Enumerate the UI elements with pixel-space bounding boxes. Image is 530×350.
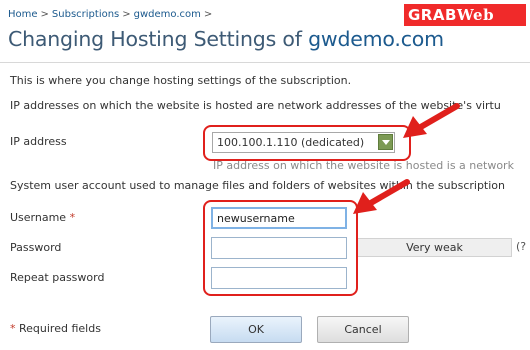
required-asterisk: * [10,322,16,335]
page-title: Changing Hosting Settings of gwdemo.com [8,27,444,51]
password-label: Password [10,241,62,254]
password-strength-indicator: Very weak [357,238,512,257]
breadcrumb-separator: > [40,9,49,20]
required-fields-note: * Required fields [10,322,101,335]
repeat-password-label: Repeat password [10,271,105,284]
annotation-highlight-ip [203,125,411,161]
help-icon[interactable]: (? [516,240,526,253]
annotation-arrow-icon [403,103,460,138]
intro-text: This is where you change hosting setting… [10,74,352,87]
username-label: Username * [10,211,76,224]
breadcrumb-home[interactable]: Home [8,9,38,20]
grabweb-logo: GRABWeb [404,4,526,26]
ok-button[interactable]: OK [210,316,302,343]
account-section-description: System user account used to manage files… [10,179,506,192]
divider [0,62,530,63]
required-asterisk: * [69,211,76,224]
annotation-arrow-icon [353,179,410,214]
annotation-highlight-credentials [203,200,358,296]
cancel-button[interactable]: Cancel [317,316,409,343]
page-title-domain: gwdemo.com [308,27,444,51]
breadcrumb: Home > Subscriptions > gwdemo.com > [8,9,215,20]
breadcrumb-domain[interactable]: gwdemo.com [134,9,201,20]
breadcrumb-subscriptions[interactable]: Subscriptions [52,9,119,20]
ip-address-label: IP address [10,135,67,148]
breadcrumb-separator: > [122,9,131,20]
breadcrumb-separator: > [203,9,213,20]
